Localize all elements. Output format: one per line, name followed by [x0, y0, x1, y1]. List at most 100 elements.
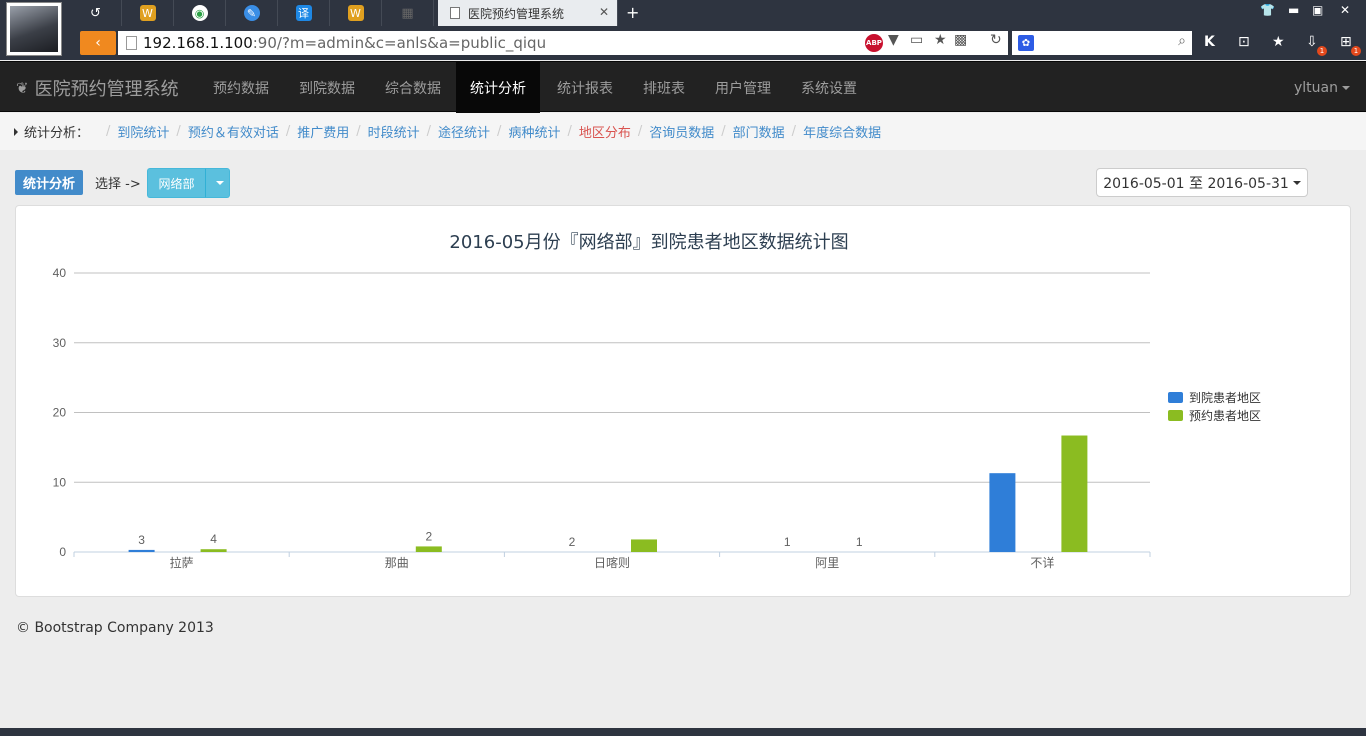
nav-item-settings[interactable]: 系统设置 [787, 62, 871, 113]
active-tab[interactable]: 医院预约管理系统 ✕ [438, 0, 618, 26]
chart-panel: 2016-05月份『网络部』到院患者地区数据统计图 0 10 20 30 40 拉萨 3 4 那… [15, 205, 1351, 597]
download-badge: 1 [1317, 46, 1327, 56]
breadcrumb-lead: 统计分析： [24, 126, 90, 141]
bottom-border [0, 728, 1366, 736]
pinned-tab-6[interactable]: ▦ [382, 0, 434, 26]
search-icon[interactable]: ⌕ [1178, 33, 1186, 49]
page-icon [450, 7, 460, 19]
pinned-tab-3[interactable]: ✎ [226, 0, 278, 26]
maximize-icon[interactable]: ▣ [1312, 3, 1323, 17]
undo-icon: ↺ [90, 5, 101, 21]
crumb-channel[interactable]: 途径统计 [438, 122, 490, 141]
crumb-department[interactable]: 部门数据 [733, 122, 785, 141]
crumb-arrival-stats[interactable]: 到院统计 [117, 122, 169, 141]
bar [631, 539, 657, 552]
nav-item-schedule[interactable]: 排班表 [629, 62, 699, 113]
bar [1061, 435, 1088, 552]
crumb-disease[interactable]: 病种统计 [508, 122, 560, 141]
crumb-appointments[interactable]: 预约＆有效对话 [188, 122, 279, 141]
bar [200, 549, 227, 552]
x-tick-label: 那曲 [385, 556, 409, 570]
analysis-label: 统计分析 [15, 170, 84, 195]
legend-item-appointment[interactable]: 预约患者地区 [1168, 406, 1261, 424]
crumb-consultant[interactable]: 咨询员数据 [649, 122, 714, 141]
y-tick-label: 0 [59, 545, 66, 559]
bar [989, 473, 1016, 552]
skin-icon[interactable]: 👕 [1260, 3, 1275, 17]
k-icon[interactable]: K [1204, 34, 1215, 50]
brand[interactable]: ❦ 医院预约管理系统 [16, 62, 179, 113]
active-tab-title: 医院预约管理系统 [468, 6, 565, 21]
search-input[interactable]: ✿ ⌕ [1012, 31, 1192, 55]
caret-down-icon [1292, 180, 1301, 185]
reload-tab-icon[interactable]: ↺ [70, 0, 122, 26]
main-navbar: ❦ 医院预约管理系统 预约数据 到院数据 综合数据 统计分析 统计报表 排班表 … [0, 61, 1366, 113]
pinned-tab-4[interactable]: 译 [278, 0, 330, 26]
page-icon [126, 36, 137, 50]
choose-label: 选择 -> [95, 177, 141, 192]
browser-tab-bar: ↺ W ◉ ✎ 译 W ▦ 医院预约管理系统 ✕ + 👕 ▬ ▣ ✕ [0, 0, 1366, 26]
bar [415, 546, 442, 552]
lock-icon[interactable]: ⊡ [1238, 34, 1250, 50]
y-tick-label: 40 [53, 266, 67, 280]
pinned-tab-5[interactable]: W [330, 0, 382, 26]
x-tick-label: 日喀则 [594, 556, 630, 570]
caret-down-icon [1342, 85, 1350, 90]
screen-icon[interactable]: ▭ [910, 32, 923, 48]
qr-icon[interactable]: ▩ [954, 32, 967, 48]
data-label: 2 [425, 529, 432, 543]
close-tab-icon[interactable]: ✕ [599, 5, 609, 19]
adblock-icon[interactable]: ABP [865, 34, 883, 52]
legend-swatch [1168, 409, 1183, 421]
y-tick-label: 30 [53, 336, 67, 350]
pinned-tab-1[interactable]: W [122, 0, 174, 26]
pocket-icon[interactable]: ▼ [888, 32, 899, 48]
minimize-icon[interactable]: ▬ [1288, 3, 1299, 17]
note-icon: ✎ [243, 5, 260, 21]
crumb-annual[interactable]: 年度综合数据 [803, 122, 881, 141]
bookmark-icon[interactable]: ★ [1272, 34, 1285, 50]
data-label: 1 [784, 535, 791, 549]
new-tab-button[interactable]: + [626, 3, 639, 22]
nav-item-combined[interactable]: 综合数据 [371, 62, 455, 113]
grid-icon: ▦ [401, 5, 414, 21]
y-tick-label: 10 [53, 475, 67, 489]
baidu-icon: ✿ [1018, 35, 1034, 51]
user-menu[interactable]: yltuan [1294, 62, 1350, 113]
footer-copyright: © Bootstrap Company 2013 [16, 620, 214, 636]
crumb-promotion-cost[interactable]: 推广费用 [297, 122, 349, 141]
nav-item-analysis[interactable]: 统计分析 [456, 62, 540, 113]
nav-item-reports[interactable]: 统计报表 [543, 62, 627, 113]
wps-icon: W [347, 5, 364, 21]
download-icon[interactable]: ⇩ [1306, 34, 1318, 50]
apps-icon[interactable]: ⊞ [1340, 34, 1352, 50]
nav-item-users[interactable]: 用户管理 [701, 62, 785, 113]
department-button[interactable]: 网络部 [147, 168, 205, 198]
data-label: 1 [856, 535, 863, 549]
star-icon[interactable]: ★ [934, 32, 947, 48]
nav-item-arrivals[interactable]: 到院数据 [285, 62, 369, 113]
legend-label: 到院患者地区 [1189, 390, 1262, 405]
date-range-picker[interactable]: 2016-05-01 至 2016-05-31 [1096, 168, 1308, 197]
department-toggle[interactable] [205, 168, 230, 198]
x-tick-label: 阿里 [815, 556, 839, 570]
department-dropdown[interactable]: 网络部 [147, 168, 230, 198]
translate-icon: 译 [295, 5, 312, 21]
x-tick-label: 拉萨 [170, 555, 194, 570]
crumb-region[interactable]: 地区分布 [579, 122, 631, 141]
nav-item-appointments[interactable]: 预约数据 [199, 62, 283, 113]
wps-icon: W [139, 5, 156, 21]
data-label: 4 [210, 532, 217, 546]
bar [128, 549, 155, 552]
address-bar: ‹ 192.168.1.100 :90/?m=admin&c=anls&a=pu… [0, 26, 1366, 60]
pinned-tab-2[interactable]: ◉ [174, 0, 226, 26]
user-name: yltuan [1294, 79, 1338, 96]
refresh-icon[interactable]: ↻ [990, 32, 1002, 48]
user-avatar[interactable] [6, 2, 62, 56]
close-window-icon[interactable]: ✕ [1340, 3, 1350, 17]
crumb-time-period[interactable]: 时段统计 [368, 122, 420, 141]
caret-right-icon [14, 127, 18, 136]
legend-item-arrival[interactable]: 到院患者地区 [1168, 388, 1261, 406]
back-button[interactable]: ‹ [80, 31, 116, 55]
x-tick-label: 不详 [1030, 555, 1054, 570]
